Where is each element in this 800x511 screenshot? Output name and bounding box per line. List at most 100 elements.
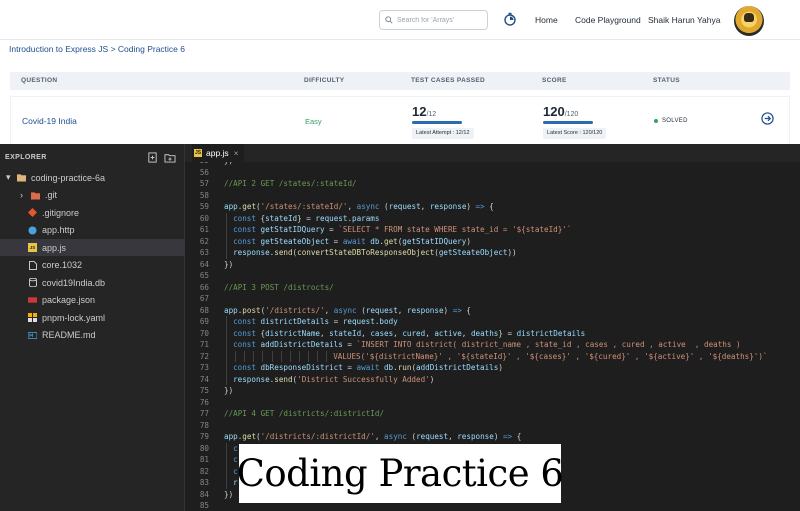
- breadcrumb[interactable]: Introduction to Express JS > Coding Prac…: [9, 44, 185, 54]
- new-folder-icon[interactable]: [164, 152, 176, 163]
- indent-guide: [226, 442, 227, 454]
- arrow-right-circle-icon[interactable]: [761, 112, 774, 125]
- nav-home-link[interactable]: Home: [535, 15, 558, 25]
- overlay-title: Coding Practice 6: [236, 452, 564, 495]
- code-line[interactable]: 65: [185, 270, 800, 282]
- tree-item[interactable]: core.1032: [0, 257, 185, 274]
- tree-item-label: .git: [45, 190, 58, 200]
- code-token: stateId: [265, 213, 298, 223]
- code-token: (: [379, 202, 389, 211]
- tree-item-label: coding-practice-6a: [31, 172, 106, 183]
- tab-app-js[interactable]: JS app.js ×: [192, 144, 245, 162]
- code-token: response: [233, 374, 270, 384]
- code-line[interactable]: 66 //API 3 POST /distrocts/: [185, 282, 800, 294]
- pnpm-icon: [28, 313, 37, 322]
- line-number: 81: [199, 455, 209, 464]
- file-icon: [28, 260, 37, 270]
- http-file-icon: [28, 226, 37, 235]
- code-line[interactable]: 76: [185, 397, 800, 409]
- markdown-icon: [28, 331, 37, 340]
- table-row[interactable]: Covid-19 India Easy 12/12 Latest Attempt…: [10, 96, 790, 144]
- code-token: =>: [475, 202, 485, 211]
- code-line[interactable]: 73 const dbResponseDistrict = await db.ru…: [185, 362, 800, 374]
- js-file-icon: JS: [194, 149, 202, 157]
- user-name[interactable]: Shaik Harun Yahya: [648, 15, 720, 25]
- code-token: request: [416, 432, 449, 441]
- code-token: get: [242, 202, 257, 211]
- question-name[interactable]: Covid-19 India: [22, 116, 77, 126]
- column-header-question: QUESTION: [21, 77, 58, 84]
- score-progress-bar: [543, 121, 593, 124]
- code-line[interactable]: 64}): [185, 259, 800, 271]
- indent-guide: [226, 477, 227, 489]
- tree-item[interactable]: covid19India.db: [0, 274, 185, 291]
- tree-item[interactable]: .gitignore: [0, 204, 185, 221]
- line-number: 85: [199, 501, 209, 510]
- code-token: =: [324, 225, 339, 234]
- database-icon: [28, 278, 37, 287]
- chevron-icon[interactable]: ›: [20, 190, 28, 200]
- indent-guide: [226, 327, 227, 339]
- indent-guide: [298, 350, 300, 362]
- code-token: districtDetails: [260, 317, 330, 326]
- code-line[interactable]: 74 response.send('District Successfully A…: [185, 373, 800, 385]
- code-line[interactable]: 75}): [185, 385, 800, 397]
- tree-item[interactable]: › .git: [0, 187, 185, 204]
- code-line[interactable]: 63 response.send(convertStateDBToResponse…: [185, 247, 800, 259]
- tree-item[interactable]: ▾ coding-practice-6a: [0, 169, 185, 186]
- code-token: '/districts/': [265, 305, 325, 315]
- code-line[interactable]: 60 const {stateId} = request.params: [185, 212, 800, 224]
- tree-item[interactable]: package.json: [0, 292, 185, 309]
- indent-guide: [226, 350, 227, 362]
- code-token: {: [512, 432, 522, 441]
- search-input[interactable]: [397, 16, 487, 24]
- code-line[interactable]: 79 app.get('/districts/:districtId/', asy…: [185, 431, 800, 443]
- code-line[interactable]: 78: [185, 420, 800, 432]
- code-line[interactable]: 62 const getSteateObject = await db.get(g…: [185, 235, 800, 247]
- code-token: await: [342, 236, 366, 246]
- question-table: QUESTION DIFFICULTY TEST CASES PASSED SC…: [10, 72, 790, 144]
- tests-progress-fill: [412, 121, 462, 124]
- code-line[interactable]: 68 app.post('/districts/', async (request…: [185, 305, 800, 317]
- stopwatch-icon[interactable]: [503, 12, 517, 26]
- code-line[interactable]: 59 app.get('/states/:stateId/', async (re…: [185, 201, 800, 213]
- indent-guide: [317, 350, 318, 362]
- code-text: //API 4 GET /districts/:districtId/: [224, 408, 384, 420]
- code-token: {: [461, 305, 471, 315]
- code-line[interactable]: 67: [185, 293, 800, 305]
- code-line[interactable]: 61 const getStatIDQuery = `SELECT * FROM …: [185, 224, 800, 236]
- code-token: ): [498, 363, 503, 372]
- avatar[interactable]: [734, 6, 764, 36]
- chevron-icon[interactable]: ▾: [6, 172, 14, 183]
- code-token: (: [406, 432, 417, 441]
- tree-item[interactable]: pnpm-lock.yaml: [0, 309, 185, 326]
- code-line[interactable]: 70 const {districtName, stateId, cases, c…: [185, 327, 800, 339]
- code-token: stateId: [329, 328, 362, 338]
- new-file-icon[interactable]: [147, 152, 158, 163]
- code-line[interactable]: 72 VALUES('${districtName}' , '${stateId}…: [185, 350, 800, 362]
- nav-code-playground-link[interactable]: Code Playground: [575, 15, 641, 25]
- code-line[interactable]: 69 const districtDetails = request.body: [185, 316, 800, 328]
- code-token: active: [434, 328, 462, 338]
- code-line[interactable]: 77 //API 4 GET /districts/:districtId/: [185, 408, 800, 420]
- code-token: }): [224, 162, 233, 165]
- code-line[interactable]: 56: [185, 167, 800, 179]
- tree-item[interactable]: JS app.js: [0, 239, 185, 256]
- search-box[interactable]: [379, 10, 488, 30]
- code-token: get: [384, 236, 398, 246]
- tree-item[interactable]: README.md: [0, 327, 185, 344]
- tree-item[interactable]: app.http: [0, 222, 185, 239]
- column-header-score: SCORE: [542, 77, 567, 84]
- code-line[interactable]: 57 //API 2 GET /states/:stateId/: [185, 178, 800, 190]
- latest-score-badge: Latest Score : 120/120: [543, 128, 607, 139]
- code-token: } =: [297, 213, 316, 223]
- close-icon[interactable]: ×: [234, 149, 239, 158]
- code-token: ): [443, 305, 453, 315]
- code-line[interactable]: 58: [185, 190, 800, 202]
- code-line[interactable]: 71 const addDistrictDetails = `INSERT INT…: [185, 339, 800, 351]
- code-token: '/districts/:districtId/': [260, 432, 375, 441]
- line-number: 82: [199, 466, 209, 476]
- search-icon: [385, 16, 393, 24]
- table-header: QUESTION DIFFICULTY TEST CASES PASSED SC…: [10, 72, 790, 90]
- line-number: 64: [199, 259, 209, 269]
